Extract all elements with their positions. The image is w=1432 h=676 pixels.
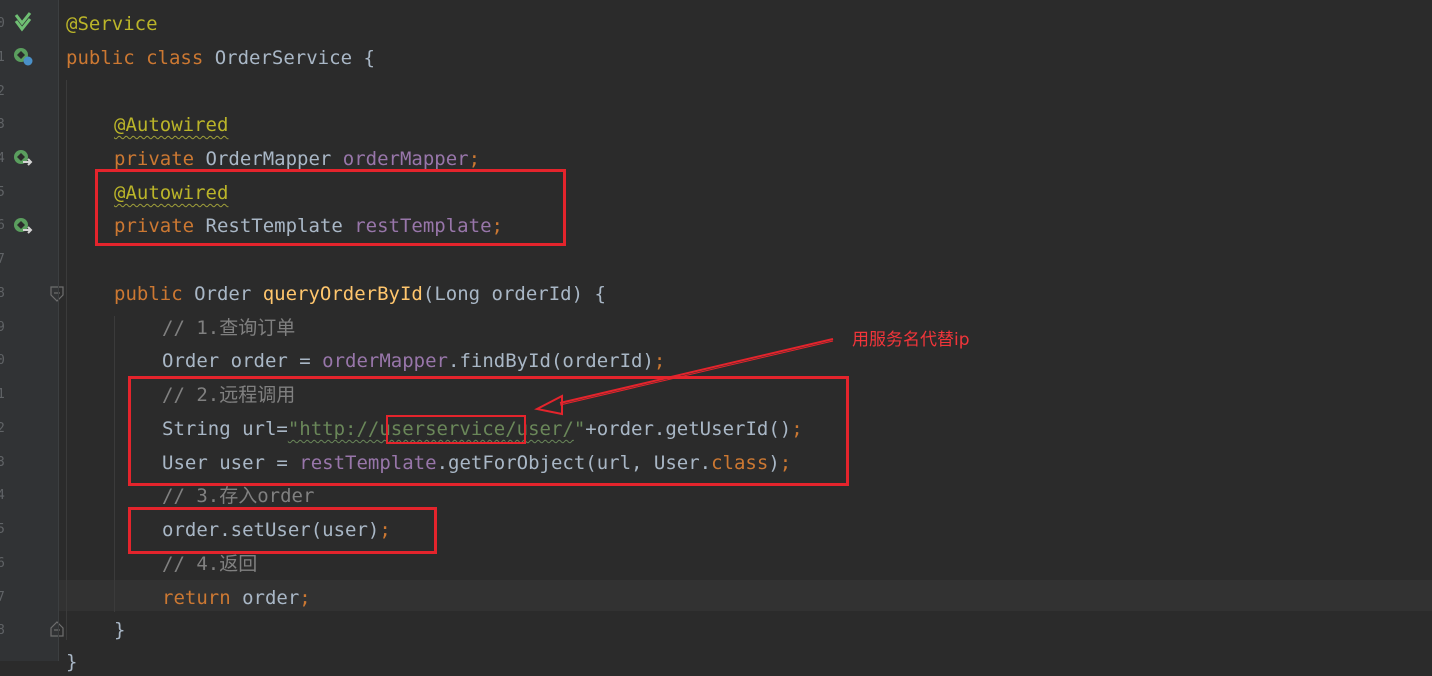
annotation-note: 用服务名代替ip [852,330,970,350]
annotation-arrow [534,338,834,416]
